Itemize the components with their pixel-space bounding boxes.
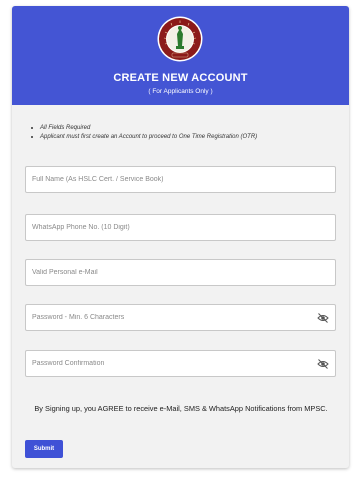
submit-button[interactable]: Submit	[25, 440, 63, 458]
agreement-text: By Signing up, you AGREE to receive e-Ma…	[34, 404, 328, 413]
full-name-field	[25, 166, 336, 193]
password-confirm-field	[25, 350, 336, 377]
registration-card: CREATE NEW ACCOUNT ( For Applicants Only…	[12, 6, 349, 468]
eye-slash-icon[interactable]	[317, 313, 329, 323]
requirement-note: All Fields Required	[30, 124, 340, 133]
requirements-list: All Fields Required Applicant must first…	[30, 124, 340, 142]
whatsapp-phone-input[interactable]	[26, 215, 335, 240]
whatsapp-field	[25, 214, 336, 241]
eye-slash-icon[interactable]	[317, 359, 329, 369]
full-name-input[interactable]	[26, 167, 335, 192]
password-confirm-input[interactable]	[26, 351, 335, 376]
page-subtitle: ( For Applicants Only )	[148, 88, 213, 95]
requirement-note: Applicant must first create an Account t…	[30, 133, 340, 142]
commission-emblem-icon	[157, 16, 203, 62]
card-header: CREATE NEW ACCOUNT ( For Applicants Only…	[12, 6, 349, 105]
email-input[interactable]	[26, 260, 335, 285]
page-title: CREATE NEW ACCOUNT	[113, 72, 248, 84]
password-field	[25, 304, 336, 331]
email-field	[25, 259, 336, 286]
password-input[interactable]	[26, 305, 335, 330]
